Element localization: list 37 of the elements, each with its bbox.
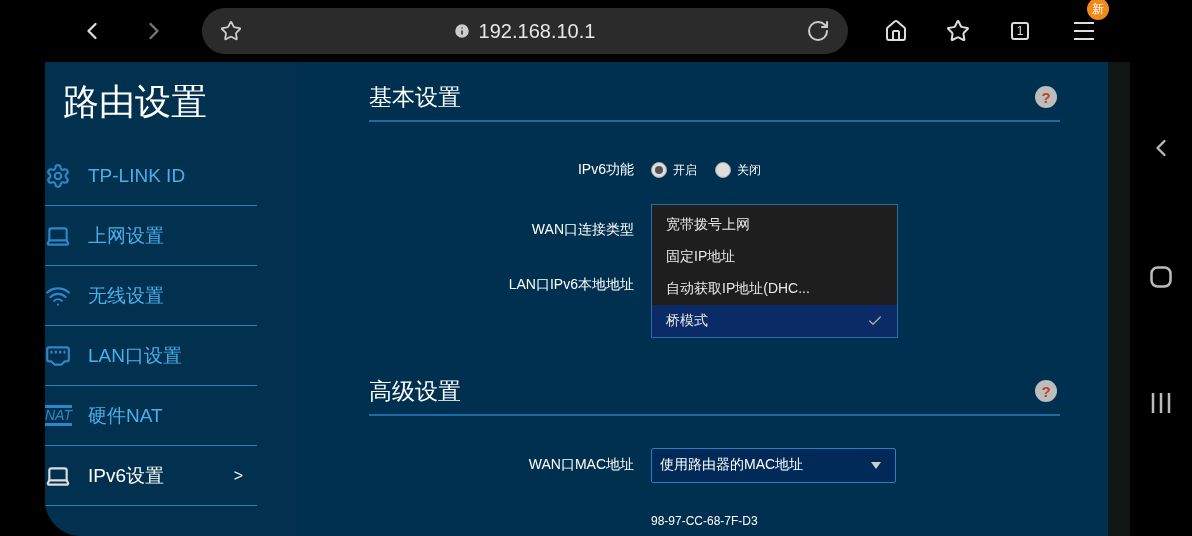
menu-icon[interactable] [1072,21,1096,41]
gear-icon [45,162,71,189]
chevron-icon: > [233,466,243,485]
section-title: 基本设置 [369,82,461,112]
radio-button[interactable] [651,162,667,178]
url-text: 192.168.10.1 [478,19,596,43]
info-icon[interactable] [452,22,471,40]
section-title: 高级设置 [369,376,461,406]
home-icon[interactable] [1150,266,1172,288]
mac-select[interactable]: 使用路由器的MAC地址 [651,447,896,483]
sidebar-item[interactable]: 上网设置 [45,206,257,266]
sidebar-item[interactable]: TP-LINK ID [45,146,257,206]
sidebar-item[interactable]: NAT 硬件NAT [45,386,257,446]
sidebar-title: 路由设置 [62,80,208,124]
field-label: WAN口MAC地址 [527,456,634,474]
sidebar-item[interactable]: LAN口设置 [45,326,257,386]
field-label: LAN口IPv6本地地址 [507,276,634,294]
radio-label: 关闭 [737,161,761,179]
sidebar-item[interactable]: 无线设置 [45,266,257,326]
dropdown-option[interactable]: 宽带拨号上网 [652,209,897,241]
field-label: IPv6功能 [577,161,634,179]
new-badge: 新 [1087,0,1109,20]
field-label: WAN口连接类型 [530,221,634,239]
star-icon[interactable] [220,20,242,42]
recent-apps-icon[interactable] [1150,392,1172,414]
radio-button[interactable] [715,162,731,178]
reload-icon[interactable] [806,19,830,43]
dropdown-option[interactable]: 固定IP地址 [652,241,897,273]
tab-count: 1 [1011,22,1029,40]
dropdown-option[interactable]: 桥模式 [652,305,897,337]
dropdown-option[interactable]: 自动获取IP地址(DHC... [652,273,897,305]
address-bar[interactable]: 192.168.10.1 [202,8,848,54]
mac-address: 98-97-CC-68-7F-D3 [651,514,759,528]
radio-label: 开启 [673,161,697,179]
caret-icon [871,461,881,469]
sidebar-item[interactable]: IPv6设置 > [45,446,257,506]
tabs-button[interactable]: 1 [1004,15,1036,47]
